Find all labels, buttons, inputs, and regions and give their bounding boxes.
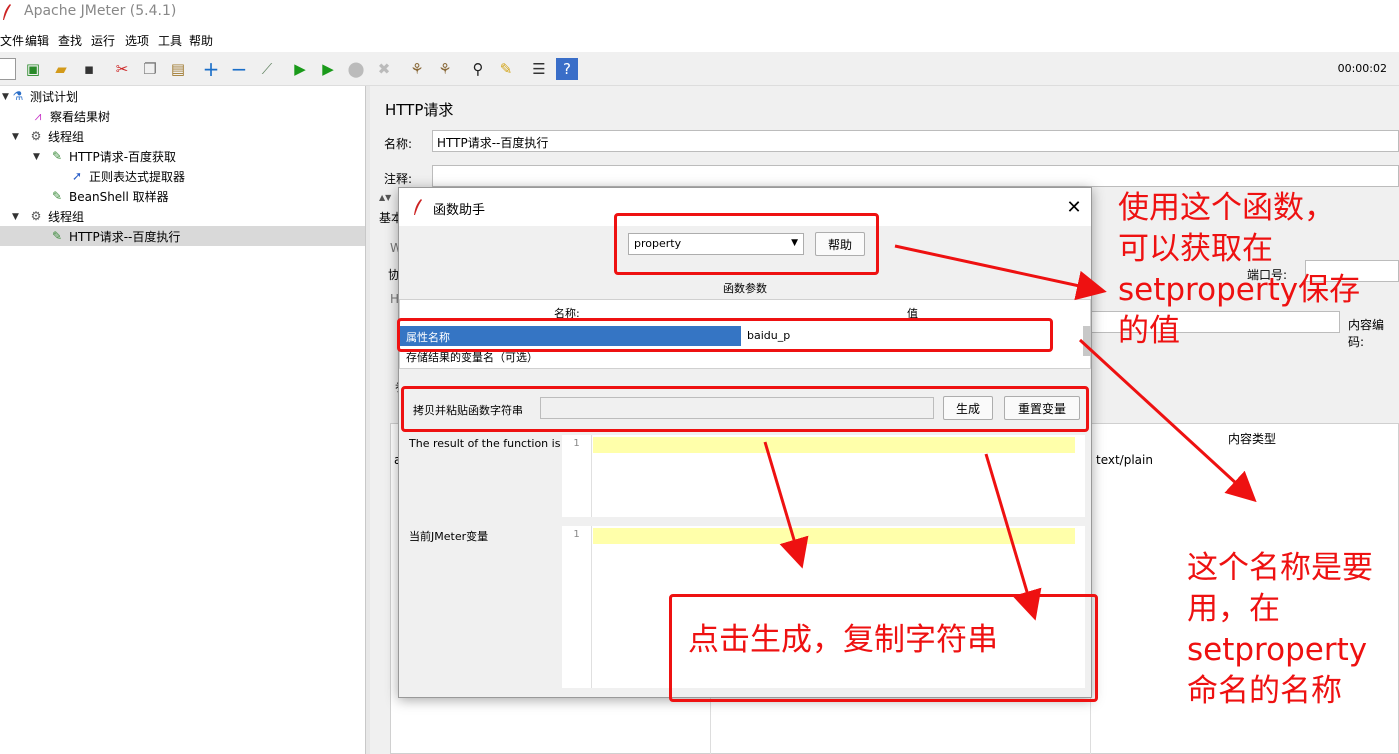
annotation-arrows — [763, 244, 1257, 621]
arrow — [894, 244, 1107, 301]
arrow — [763, 441, 809, 569]
arrow — [984, 453, 1042, 621]
arrow — [1078, 338, 1257, 503]
